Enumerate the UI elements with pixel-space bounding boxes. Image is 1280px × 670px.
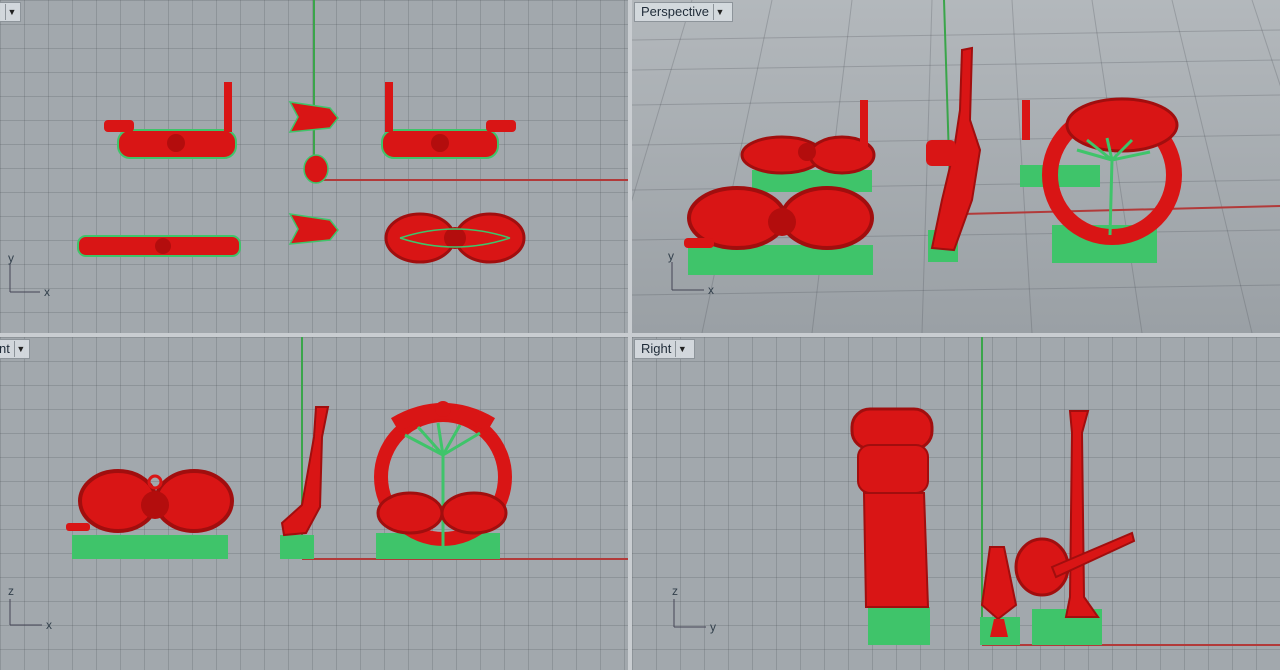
axis-indicator-top: x y — [8, 251, 50, 299]
model-top-view-bow-right[interactable] — [381, 82, 516, 159]
model-right-view-clasp[interactable] — [1014, 410, 1136, 618]
model-front-view-ring[interactable] — [374, 401, 512, 547]
caret-down-icon[interactable]: ▼ — [5, 4, 18, 20]
model-front-view-clasp[interactable] — [280, 406, 330, 537]
viewport-perspective-canvas: x y — [632, 0, 1280, 333]
axis-indicator-front: x z — [8, 584, 52, 632]
caret-down-icon[interactable]: ▼ — [712, 4, 726, 20]
model-top-view-bow-left[interactable] — [104, 82, 237, 159]
viewport-top[interactable]: x y ▼ — [0, 0, 628, 333]
viewport-right[interactable]: y z Right ▼ — [632, 337, 1280, 670]
viewport-front[interactable]: x z nt ▼ — [0, 337, 628, 670]
axis-indicator-right: y z — [672, 584, 716, 634]
axis-label-v: y — [8, 251, 14, 265]
model-front-view-bow[interactable] — [66, 469, 234, 533]
viewport-right-title[interactable]: Right ▼ — [634, 339, 696, 359]
axis-label-h: x — [46, 618, 52, 632]
axis-label-v: z — [672, 584, 678, 598]
model-top-view-band[interactable] — [77, 235, 241, 257]
viewport-front-label: nt — [0, 341, 10, 356]
axis-label-v: y — [668, 249, 674, 263]
viewport-top-canvas: x y — [8, 0, 628, 299]
viewport-right-canvas: y z — [672, 337, 1280, 646]
model-top-view-bow-front[interactable] — [384, 212, 526, 264]
model-top-view-clasp[interactable] — [288, 101, 339, 245]
caret-down-icon[interactable]: ▼ — [675, 341, 688, 357]
viewport-perspective-label: Perspective — [641, 4, 709, 19]
axis-label-h: x — [44, 285, 50, 299]
viewport-top-title[interactable]: ▼ — [0, 2, 21, 22]
axis-label-h: x — [708, 283, 714, 297]
viewport-perspective-title[interactable]: Perspective ▼ — [634, 2, 733, 22]
viewport-front-canvas: x z — [8, 337, 628, 632]
model-right-view-ring-stack[interactable] — [850, 407, 934, 608]
viewport-front-title[interactable]: nt ▼ — [0, 339, 30, 359]
axis-label-v: z — [8, 584, 14, 598]
axis-label-h: y — [710, 620, 716, 634]
viewport-right-label: Right — [641, 341, 672, 356]
caret-down-icon[interactable]: ▼ — [13, 341, 27, 357]
viewport-perspective[interactable]: x y Perspective ▼ — [632, 0, 1280, 333]
